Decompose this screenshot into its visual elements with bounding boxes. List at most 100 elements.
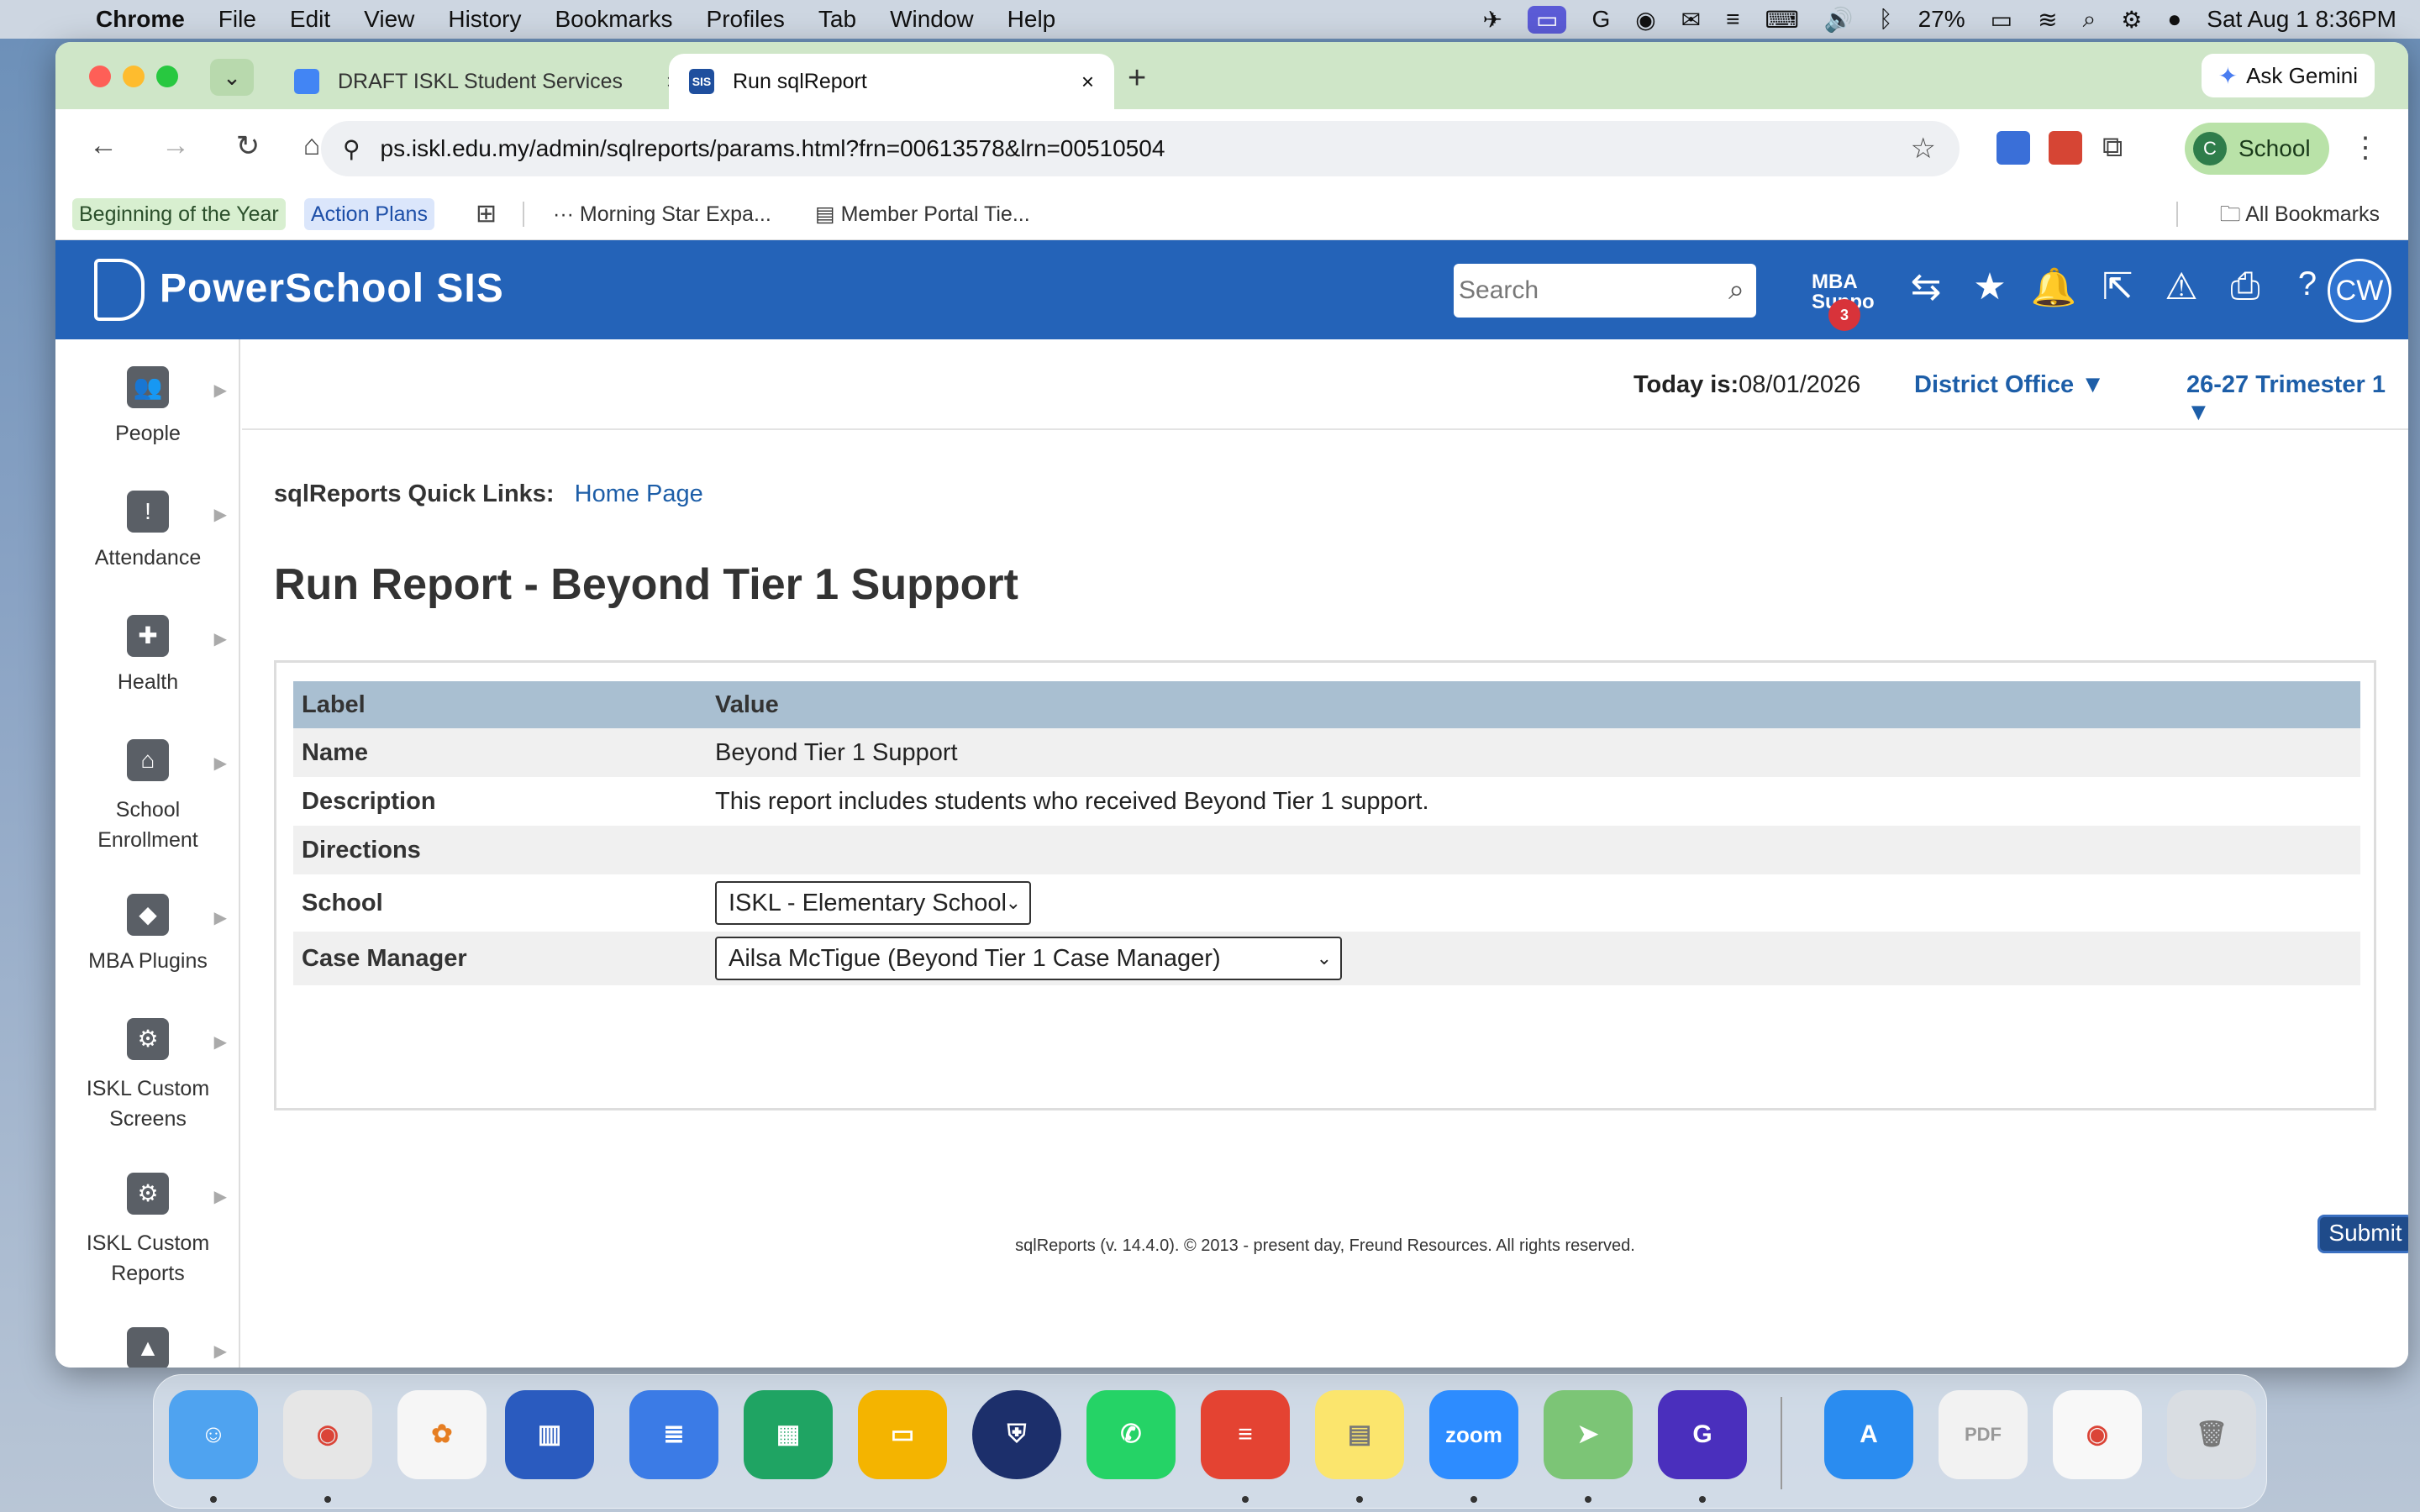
sidebar-item-people[interactable]: 👥 People ▶ (55, 366, 239, 446)
new-tab-plus-icon[interactable]: + (1128, 60, 1146, 97)
external-link-icon[interactable]: ⇱ (2094, 265, 2141, 308)
all-bookmarks[interactable]: 🗀 All Bookmarks (2213, 198, 2386, 230)
chrome-menu-icon[interactable]: ⋮ (2351, 131, 2380, 165)
tab-run-sqlreport[interactable]: SIS Run sqlReport × (669, 54, 1114, 109)
ps-search-input[interactable]: Search ⌕ (1454, 264, 1756, 318)
term-selector[interactable]: 26-27 Trimester 1 ▼ (2186, 371, 2408, 427)
address-bar[interactable]: ⚲ ps.iskl.edu.my/admin/sqlreports/params… (321, 121, 1960, 176)
menu-help[interactable]: Help (1007, 6, 1056, 33)
trash-icon[interactable]: 🗑 (2167, 1390, 2256, 1479)
app-store-icon[interactable]: A (1824, 1390, 1913, 1479)
menu-window[interactable]: Window (890, 6, 974, 33)
control-center-icon[interactable]: ⚙ (2121, 6, 2142, 34)
menu-profiles[interactable]: Profiles (707, 6, 785, 33)
spotlight-search-icon[interactable]: ⌕ (2083, 6, 2096, 34)
chrome-icon[interactable]: ◉ (283, 1390, 372, 1479)
ask-gemini-button[interactable]: ✦ Ask Gemini (2201, 54, 2375, 97)
mba-support-button[interactable]: MBA Suppo 3 (1812, 270, 1875, 331)
google-docs-icon[interactable]: ≣ (629, 1390, 718, 1479)
window-close-button[interactable] (89, 66, 111, 87)
zoom-status-icon[interactable]: ◉ (1635, 6, 1655, 34)
notifications-bell-icon[interactable]: 🔔 (2030, 265, 2077, 309)
todoist-icon[interactable]: ≡ (1201, 1390, 1290, 1479)
case-manager-select[interactable]: Ailsa McTigue (Beyond Tier 1 Case Manage… (715, 937, 1342, 980)
extensions-puzzle-icon[interactable]: ⧉ (2102, 131, 2136, 165)
sidebar-item-attendance[interactable]: ! Attendance ▶ (55, 491, 239, 570)
menu-view[interactable]: View (364, 6, 414, 33)
favorites-star-icon[interactable]: ★ (1966, 265, 2013, 308)
extension-todoist-icon[interactable] (2049, 131, 2082, 165)
sidebar-item-iskl-custom-screens[interactable]: ⚙ ISKL Custom Screens ▶ (55, 1018, 239, 1134)
stack-icon[interactable]: ≡ (1726, 6, 1739, 33)
window-minimize-button[interactable] (123, 66, 145, 87)
google-slides-icon[interactable]: ▭ (858, 1390, 947, 1479)
powerschool-brand[interactable]: PowerSchool SIS (160, 265, 504, 312)
grammarly-icon[interactable]: G (1591, 6, 1610, 33)
maps-icon[interactable]: ➤ (1544, 1390, 1633, 1479)
menubar-clock[interactable]: Sat Aug 1 8:36PM (2207, 6, 2396, 33)
whatsapp-icon[interactable]: ✆ (1086, 1390, 1176, 1479)
bluetooth-icon[interactable]: ᛒ (1879, 6, 1893, 33)
reload-icon[interactable]: ↻ (229, 129, 267, 163)
menu-bookmarks[interactable]: Bookmarks (555, 6, 672, 33)
menu-file[interactable]: File (218, 6, 256, 33)
google-sheets-icon[interactable]: ▦ (744, 1390, 833, 1479)
help-icon[interactable]: ? (2284, 265, 2331, 303)
mba-label: MBA (1812, 270, 1858, 293)
menu-edit[interactable]: Edit (290, 6, 330, 33)
volume-icon[interactable]: 🔊 (1824, 6, 1854, 34)
home-page-link[interactable]: Home Page (575, 480, 703, 507)
pdf-document-icon[interactable]: PDF (1939, 1390, 2028, 1479)
photos-icon[interactable]: ✿ (397, 1390, 487, 1479)
sidebar-item-school-enrollment[interactable]: ⌂ School Enrollment ▶ (55, 739, 239, 855)
forward-arrow-icon[interactable]: → (156, 129, 195, 162)
tab-search-chevron-icon[interactable]: ⌄ (210, 59, 254, 96)
url-text[interactable]: ps.iskl.edu.my/admin/sqlreports/params.h… (381, 135, 1165, 162)
bookmark-morning-star[interactable]: ··· Morning Star Expa... (546, 198, 778, 230)
bookmark-action-plans[interactable]: Action Plans (304, 198, 434, 230)
back-arrow-icon[interactable]: ← (84, 129, 123, 162)
school-selector[interactable]: District Office ▼ (1914, 371, 2105, 399)
iskl-crest-icon[interactable]: ⛨ (972, 1390, 1061, 1479)
report-params-table: Label Value Name Beyond Tier 1 Support D… (293, 681, 2360, 985)
menu-tab[interactable]: Tab (818, 6, 856, 33)
sidebar-item-mba-plugins[interactable]: ◆ MBA Plugins ▶ (55, 894, 239, 974)
bookmark-beginning-of-year[interactable]: Beginning of the Year (72, 198, 286, 230)
site-info-icon[interactable]: ⚲ (343, 135, 360, 163)
school-select-value: ISKL - Elementary School (729, 890, 1007, 916)
school-select[interactable]: ISKL - Elementary School ⌄ (715, 881, 1031, 925)
keynote-icon[interactable]: ▥ (505, 1390, 594, 1479)
extension-upload-icon[interactable] (1996, 131, 2030, 165)
notes-icon[interactable]: ▤ (1315, 1390, 1404, 1479)
sidebar-item-iskl-custom-reports[interactable]: ⚙ ISKL Custom Reports ▶ (55, 1173, 239, 1289)
sidebar-item-health[interactable]: ✚ Health ▶ (55, 615, 239, 695)
tab-draft-iskl[interactable]: DRAFT ISKL Student Services × (274, 54, 699, 109)
swap-arrows-icon[interactable]: ⇆ (1902, 265, 1949, 308)
bookmark-star-icon[interactable]: ☆ (1911, 132, 1936, 165)
profile-button[interactable]: C School (2185, 123, 2329, 175)
zoom-icon[interactable]: zoom (1429, 1390, 1518, 1479)
battery-icon[interactable]: ▭ (1991, 6, 2012, 34)
tab-close-icon[interactable]: × (1081, 69, 1094, 95)
running-indicator (1699, 1496, 1706, 1503)
grammarly-dock-icon[interactable]: G (1658, 1390, 1747, 1479)
airplane-icon[interactable]: ✈ (1483, 6, 1502, 34)
window-zoom-button[interactable] (156, 66, 178, 87)
powerschool-logo-icon[interactable] (94, 259, 145, 321)
messages-icon[interactable]: ✉ (1681, 6, 1701, 34)
alert-triangle-icon[interactable]: ⚠ (2158, 265, 2205, 308)
apps-grid-icon[interactable]: ⊞ (469, 198, 503, 230)
print-icon[interactable]: ⎙ (2222, 265, 2269, 307)
menu-history[interactable]: History (448, 6, 521, 33)
sidebar-item-more[interactable]: ▲ ▶ (55, 1327, 239, 1368)
user-avatar[interactable]: CW (2328, 259, 2391, 323)
menu-app-name[interactable]: Chrome (96, 6, 185, 33)
bookmark-member-portal[interactable]: ▤ Member Portal Tie... (808, 198, 1037, 230)
finder-icon[interactable]: ☺ (169, 1390, 258, 1479)
wifi-icon[interactable]: ≋ (2038, 6, 2057, 34)
chrome-window-thumbnail-icon[interactable]: ◉ (2053, 1390, 2142, 1479)
keyboard-icon[interactable]: ⌨ (1765, 6, 1798, 34)
screen-mirror-icon[interactable]: ▭ (1527, 5, 1567, 34)
search-icon[interactable]: ⌕ (1728, 274, 1744, 307)
siri-icon[interactable]: ● (2167, 6, 2181, 33)
